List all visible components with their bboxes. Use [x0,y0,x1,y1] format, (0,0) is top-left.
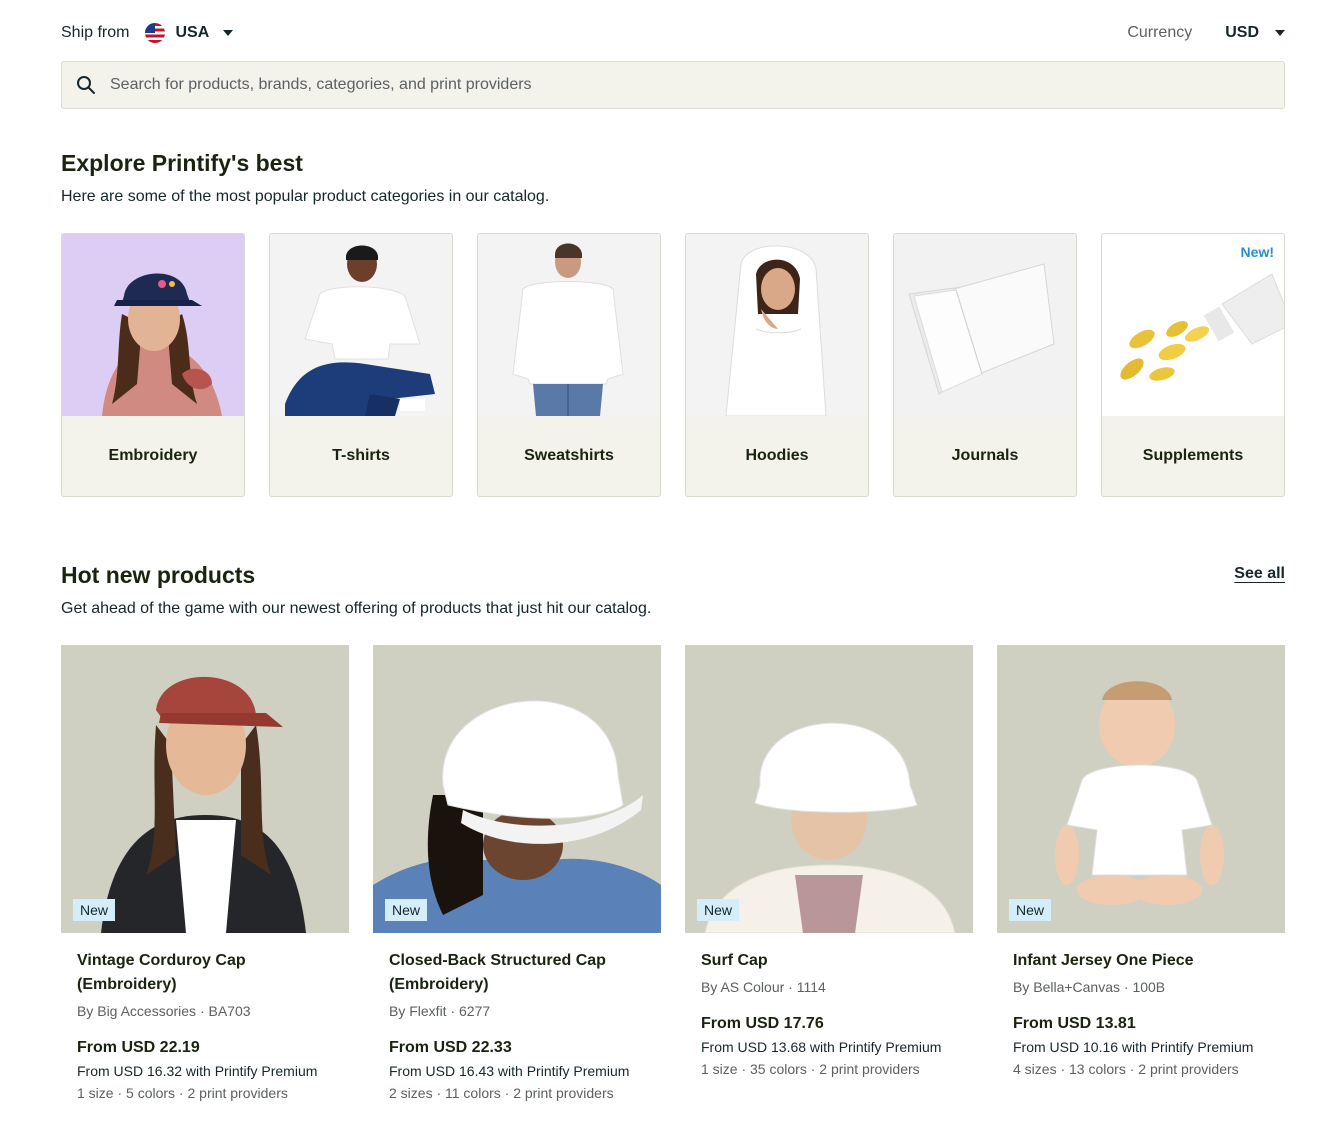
product-list: New Vintage Corduroy Cap (Embroidery) By… [61,645,1285,1101]
product-title: Vintage Corduroy Cap (Embroidery) [77,952,246,993]
journals-image [894,234,1076,416]
product-price: From USD 17.76 [701,1015,824,1032]
embroidery-image [62,234,244,416]
product-premium-price: From USD 10.16 with Printify Premium [1013,1039,1254,1055]
category-card-supplements[interactable]: Supplements New! [1101,233,1285,497]
category-card-tshirts[interactable]: T-shirts [269,233,453,497]
new-badge: New [73,899,116,921]
ship-from-value: USA [175,24,210,41]
product-title: Surf Cap [701,952,768,969]
product-premium-price: From USD 13.68 with Printify Premium [701,1039,942,1055]
topbar: Ship from USA Currency USD [61,18,1285,48]
ship-from-selector[interactable]: Ship from USA [61,23,234,43]
category-card-journals[interactable]: Journals [893,233,1077,497]
product-image: New [997,645,1285,933]
product-meta: 1 size · 5 colors · 2 print providers [77,1085,288,1101]
category-label: Hoodies [745,447,809,464]
product-premium-price: From USD 16.32 with Printify Premium [77,1063,318,1079]
new-badge: New [385,899,428,921]
product-meta: 4 sizes · 13 colors · 2 print providers [1013,1061,1239,1077]
product-card[interactable]: New Closed-Back Structured Cap (Embroide… [373,645,661,1101]
product-brand: By Flexfit · 6277 [389,1003,491,1019]
product-card[interactable]: New Vintage Corduroy Cap (Embroidery) By… [61,645,349,1101]
product-meta: 1 size · 35 colors · 2 print providers [701,1061,920,1077]
hot-products-subtitle: Get ahead of the game with our newest of… [61,600,652,617]
hot-products-title: Hot new products [61,562,256,588]
search-icon [76,75,96,95]
explore-title: Explore Printify's best [61,150,303,176]
ship-from-label: Ship from [61,24,130,41]
product-price: From USD 22.33 [389,1039,512,1056]
see-all-link[interactable]: See all [1234,565,1285,583]
product-title: Closed-Back Structured Cap (Embroidery) [389,952,606,993]
product-premium-price: From USD 16.43 with Printify Premium [389,1063,630,1079]
product-image: New [61,645,349,933]
category-label: Sweatshirts [524,447,614,464]
supplements-image [1102,234,1284,416]
currency-label: Currency [1127,24,1193,41]
sweatshirts-image [478,234,660,416]
search-input[interactable] [110,76,1210,94]
product-image: New [685,645,973,933]
product-price: From USD 13.81 [1013,1015,1136,1032]
category-label: Embroidery [108,447,198,464]
chevron-down-icon [1275,30,1285,36]
product-title: Infant Jersey One Piece [1013,952,1194,969]
product-card[interactable]: New Surf Cap By AS Colour · 1114 From US… [685,645,973,1101]
category-label: T-shirts [332,447,390,464]
hoodies-image [686,234,868,416]
category-label: Journals [951,447,1019,464]
new-badge: New [697,899,740,921]
new-tag: New! [1240,244,1274,260]
chevron-down-icon [223,30,234,36]
explore-subtitle: Here are some of the most popular produc… [61,188,550,205]
product-brand: By Bella+Canvas · 100B [1013,979,1166,995]
new-badge: New [1009,899,1052,921]
currency-value: USD [1225,24,1259,41]
product-brand: By Big Accessories · BA703 [77,1003,251,1019]
product-brand: By AS Colour · 1114 [701,979,826,995]
us-flag-icon [145,23,166,43]
category-list: Embroidery T-shirts Sweatshirts Hoodies … [61,233,1285,497]
category-label: Supplements [1142,447,1244,464]
product-card[interactable]: New Infant Jersey One Piece By Bella+Can… [997,645,1285,1101]
category-card-sweatshirts[interactable]: Sweatshirts [477,233,661,497]
currency-selector[interactable]: Currency USD [1127,24,1285,42]
search-bar[interactable] [61,61,1285,109]
product-meta: 2 sizes · 11 colors · 2 print providers [389,1085,614,1101]
category-card-embroidery[interactable]: Embroidery [61,233,245,497]
product-image: New [373,645,661,933]
category-card-hoodies[interactable]: Hoodies [685,233,869,497]
tshirts-image [270,234,452,416]
product-price: From USD 22.19 [77,1039,200,1056]
